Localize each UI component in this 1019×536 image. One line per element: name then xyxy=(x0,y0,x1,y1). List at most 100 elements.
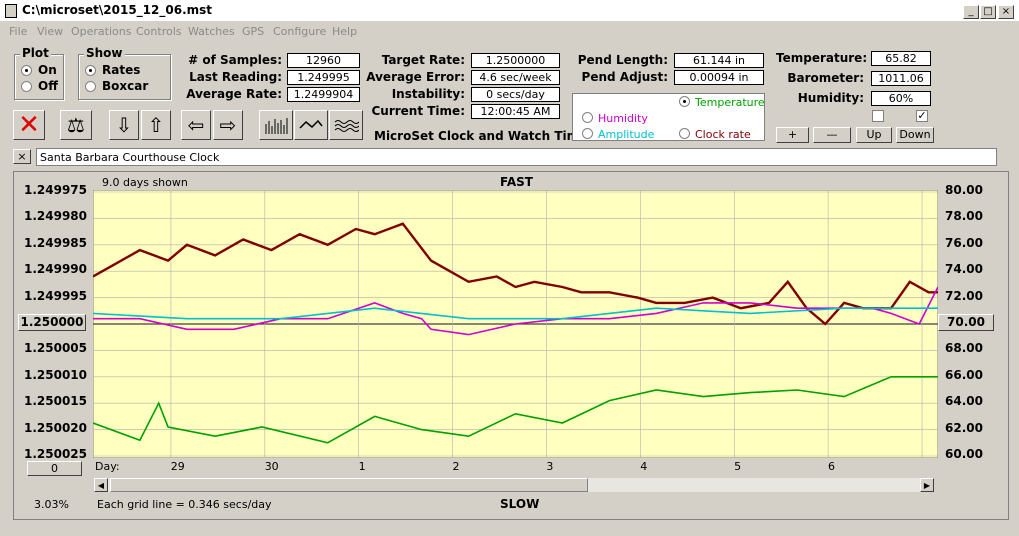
arrow-right-icon: ⇨ xyxy=(219,113,237,137)
left-tick-label: 1.250020 xyxy=(24,420,88,435)
x-tick-label: 4 xyxy=(640,460,648,473)
center-temp-button[interactable]: 70.00 xyxy=(938,314,994,331)
close-button[interactable]: × xyxy=(998,5,1014,19)
show-boxcar-label: Boxcar xyxy=(102,79,149,93)
scale-up-button[interactable]: Up xyxy=(856,127,892,143)
menu-gps[interactable]: GPS xyxy=(242,25,264,38)
left-tick-label: 1.250015 xyxy=(24,394,88,409)
show-rates-radio[interactable] xyxy=(85,65,96,76)
menu-watches[interactable]: Watches xyxy=(188,25,235,38)
pend-length-label: Pend Length: xyxy=(577,53,668,67)
show-group xyxy=(78,54,171,100)
x-tick-label: 30 xyxy=(264,460,279,473)
average-error-label: Average Error: xyxy=(366,70,465,84)
temperature-checkbox[interactable]: ✓ xyxy=(916,110,928,122)
red-x-icon: ✕ xyxy=(18,110,40,140)
samples-label: # of Samples: xyxy=(188,53,282,67)
time-scrollbar[interactable]: ◀ ▶ xyxy=(93,477,935,493)
days-shown-label: 9.0 days shown xyxy=(102,176,188,189)
title-bar: C:\microset\2015_12_06.mst _ □ × xyxy=(0,0,1019,22)
amplitude-radio[interactable] xyxy=(582,128,593,139)
day-label: Day: xyxy=(95,460,120,473)
bars-view-button[interactable] xyxy=(259,110,293,140)
scale-plus-button[interactable]: + xyxy=(776,127,809,143)
grid-note: Each grid line = 0.346 secs/day xyxy=(97,498,272,511)
instability-label: Instability: xyxy=(391,87,465,101)
instability-value: 0 secs/day xyxy=(471,87,560,102)
last-reading-label: Last Reading: xyxy=(189,70,282,84)
humidity-radio[interactable] xyxy=(582,112,593,123)
right-tick-label: 74.00 xyxy=(945,262,983,277)
plot-group xyxy=(14,54,64,100)
barometer-value: 1011.06 xyxy=(871,71,931,86)
plot-on-radio[interactable] xyxy=(21,65,32,76)
x-tick-label: 1 xyxy=(358,460,366,473)
menu-file[interactable]: File xyxy=(9,25,27,38)
x-tick-label: 2 xyxy=(452,460,460,473)
stop-button[interactable]: ✕ xyxy=(13,110,45,140)
window-title: C:\microset\2015_12_06.mst xyxy=(22,3,213,17)
menu-controls[interactable]: Controls xyxy=(136,25,182,38)
arrow-left-icon: ⇦ xyxy=(187,113,205,137)
menu-operations[interactable]: Operations xyxy=(71,25,131,38)
temperature-radio[interactable] xyxy=(679,96,690,107)
left-tick-label: 1.249980 xyxy=(24,209,88,224)
average-error-value: 4.6 sec/week xyxy=(471,70,560,85)
scroll-right-arrow[interactable]: ▶ xyxy=(920,478,934,492)
zero-button[interactable]: 0 xyxy=(27,461,82,476)
x-tick-label: 3 xyxy=(546,460,554,473)
menu-configure[interactable]: Configure xyxy=(273,25,326,38)
wave-icon xyxy=(334,120,359,132)
pend-adjust-value: 0.00094 in xyxy=(674,70,764,85)
scale-minus-button[interactable]: — xyxy=(813,127,851,143)
line-view-button[interactable] xyxy=(294,110,328,140)
right-tick-label: 64.00 xyxy=(945,394,983,409)
menu-view[interactable]: View xyxy=(37,25,63,38)
humidity-checkbox[interactable] xyxy=(872,110,884,122)
humidity-option: Humidity xyxy=(598,112,648,125)
wave-view-button[interactable] xyxy=(329,110,363,140)
scale-down-button[interactable]: Down xyxy=(896,127,934,143)
scales-icon: ⚖ xyxy=(67,113,85,137)
percent-label: 3.03% xyxy=(34,498,69,511)
right-tick-label: 76.00 xyxy=(945,235,983,250)
balance-button[interactable]: ⚖ xyxy=(60,110,92,140)
plot-off-radio[interactable] xyxy=(21,81,32,92)
humidity-value: 60% xyxy=(871,91,931,106)
clock-name-field[interactable]: Santa Barbara Courthouse Clock xyxy=(36,148,997,166)
center-rate-button[interactable]: 1.250000 xyxy=(18,314,86,331)
x-tick-label: 29 xyxy=(170,460,185,473)
left-tick-label: 1.250025 xyxy=(24,447,88,461)
clock-rate-radio[interactable] xyxy=(679,128,690,139)
left-tick-label: 1.249985 xyxy=(24,235,88,250)
barometer-label: Barometer: xyxy=(787,71,864,85)
plot-group-title: Plot xyxy=(20,46,51,60)
scroll-left-button[interactable]: ⇦ xyxy=(181,110,211,140)
x-tick-label: 6 xyxy=(828,460,836,473)
scrollbar-thumb[interactable] xyxy=(110,478,588,492)
clock-close-button[interactable]: × xyxy=(13,149,31,164)
app-title: MicroSet Clock and Watch Timer xyxy=(374,129,594,143)
maximize-button[interactable]: □ xyxy=(980,5,996,19)
clock-rate-option: Clock rate xyxy=(695,128,751,141)
shift-down-button[interactable]: ⇩ xyxy=(109,110,139,140)
target-rate-label: Target Rate: xyxy=(381,53,465,67)
amplitude-option: Amplitude xyxy=(598,128,655,141)
temperature-option: Temperature xyxy=(695,96,765,109)
show-boxcar-radio[interactable] xyxy=(85,81,96,92)
right-tick-label: 66.00 xyxy=(945,367,983,382)
target-rate-value: 1.2500000 xyxy=(471,53,560,68)
shift-up-button[interactable]: ⇧ xyxy=(141,110,171,140)
right-tick-label: 68.00 xyxy=(945,341,983,356)
temperature-label: Temperature: xyxy=(776,51,868,65)
left-tick-label: 1.249975 xyxy=(24,183,88,197)
scroll-right-button[interactable]: ⇨ xyxy=(213,110,243,140)
minimize-button[interactable]: _ xyxy=(963,5,979,19)
scroll-left-arrow[interactable]: ◀ xyxy=(94,478,108,492)
menu-help[interactable]: Help xyxy=(332,25,357,38)
line-graph-icon xyxy=(299,119,323,129)
left-tick-label: 1.250010 xyxy=(24,367,88,382)
right-tick-label: 80.00 xyxy=(945,183,983,197)
right-tick-label: 60.00 xyxy=(945,447,983,461)
arrow-up-icon: ⇧ xyxy=(147,113,165,137)
